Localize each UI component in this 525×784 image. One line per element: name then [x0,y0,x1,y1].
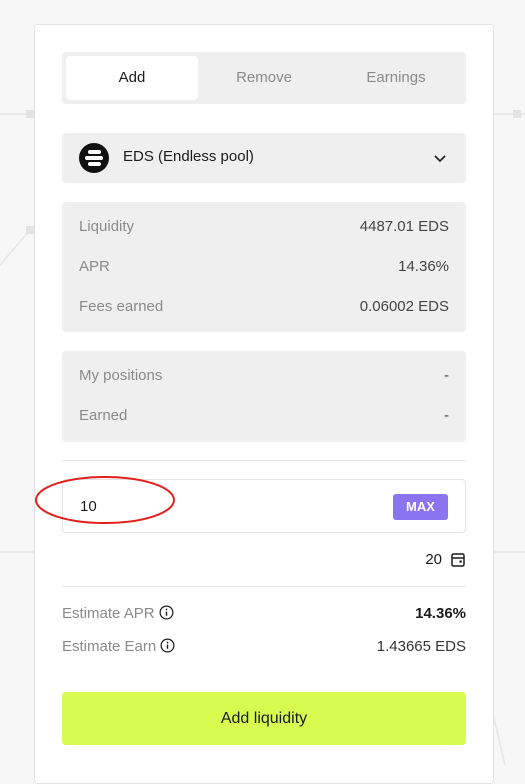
apr-row: APR 14.36% [79,258,449,278]
tab-add[interactable]: Add [66,56,198,100]
estimate-earn-value: 1.43665 EDS [376,638,466,655]
estimate-earn-label: Estimate Earn [62,638,157,655]
tab-bar: Add Remove Earnings [62,52,466,104]
info-icon[interactable] [159,605,174,620]
my-positions-value: - [444,367,449,384]
my-positions-label: My positions [79,367,163,384]
apr-value: 14.36% [398,258,449,275]
tab-remove[interactable]: Remove [198,56,330,100]
liquidity-row: Liquidity 4487.01 EDS [79,218,449,238]
my-positions-row: My positions - [79,367,449,387]
max-button[interactable]: MAX [393,494,448,520]
estimate-apr-row: Estimate APR 14.36% [62,605,466,625]
info-icon[interactable] [160,638,175,653]
chevron-down-icon [434,155,446,163]
estimate-apr-label: Estimate APR [62,605,155,622]
pool-selector[interactable]: EDS (Endless pool) [62,133,466,183]
my-positions-box: My positions - Earned - [62,351,466,442]
add-liquidity-button[interactable]: Add liquidity [62,692,466,745]
eds-logo-icon [79,143,109,173]
balance-value: 20 [425,551,442,568]
fees-label: Fees earned [79,298,164,315]
liquidity-label: Liquidity [79,218,135,235]
tab-earnings[interactable]: Earnings [330,56,462,100]
fees-row: Fees earned 0.06002 EDS [79,298,449,318]
liquidity-panel: Add Remove Earnings EDS (Endless pool) L… [34,24,494,784]
amount-input[interactable] [80,493,360,519]
divider [62,586,466,587]
pool-name: EDS (Endless pool) [123,148,254,165]
earned-value: - [444,407,449,424]
amount-input-box: MAX [62,479,466,533]
apr-label: APR [79,258,110,275]
earned-label: Earned [79,407,128,424]
earned-row: Earned - [79,407,449,427]
wallet-icon [451,553,465,567]
estimate-apr-value: 14.36% [415,605,466,622]
liquidity-value: 4487.01 EDS [359,218,449,235]
estimate-earn-row: Estimate Earn 1.43665 EDS [62,638,466,658]
fees-value: 0.06002 EDS [359,298,449,315]
divider [62,460,466,461]
pool-stats: Liquidity 4487.01 EDS APR 14.36% Fees ea… [62,202,466,332]
